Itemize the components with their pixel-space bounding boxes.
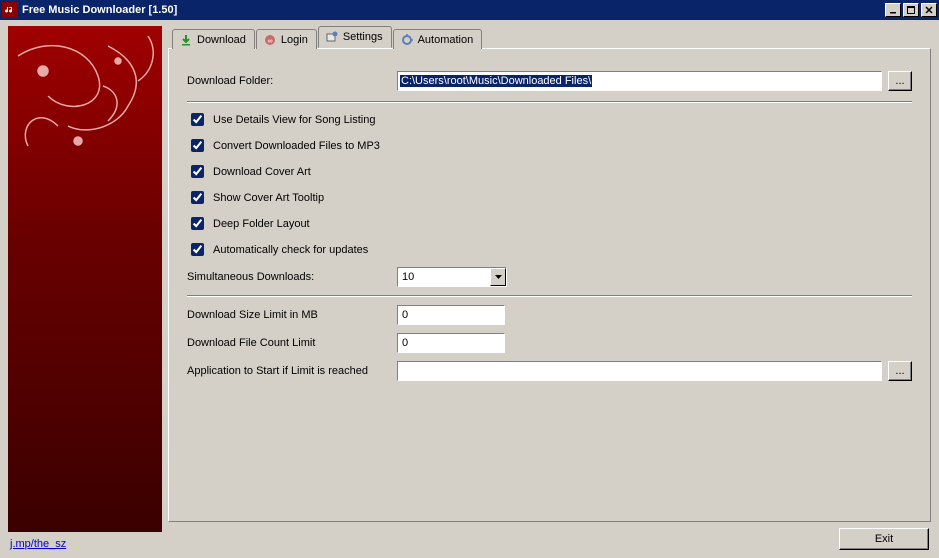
check-label: Show Cover Art Tooltip [213,192,324,204]
settings-icon [325,30,339,44]
check-cover-tooltip[interactable]: Show Cover Art Tooltip [187,188,912,207]
download-icon [179,33,193,47]
titlebar: Free Music Downloader [1.50] [0,0,939,20]
check-convert-mp3-box[interactable] [191,139,204,152]
tab-label: Login [281,34,308,46]
check-label: Automatically check for updates [213,244,368,256]
check-cover-art-box[interactable] [191,165,204,178]
download-folder-input[interactable]: C:\Users\root\Music\Downloaded Files\ [397,71,882,91]
tab-settings[interactable]: Settings [318,26,392,48]
check-cover-tooltip-box[interactable] [191,191,204,204]
minimize-button[interactable] [885,3,901,17]
login-icon: ∞ [263,33,277,47]
check-deep-folder[interactable]: Deep Folder Layout [187,214,912,233]
simul-downloads-value: 10 [402,271,490,283]
check-label: Convert Downloaded Files to MP3 [213,140,380,152]
check-label: Deep Folder Layout [213,218,310,230]
sidebar: j.mp/the_sz [2,20,162,556]
tab-label: Automation [418,34,474,46]
size-limit-value: 0 [402,309,408,321]
tabstrip: Download ∞ Login Settings Automation [172,26,931,48]
count-limit-input[interactable]: 0 [397,333,505,353]
download-folder-label: Download Folder: [187,71,397,91]
divider [187,101,912,103]
browse-folder-button[interactable]: ... [888,71,912,91]
tab-download[interactable]: Download [172,29,255,49]
app-icon [2,2,18,18]
settings-panel: Download Folder: C:\Users\root\Music\Dow… [168,48,931,522]
app-start-input[interactable] [397,361,882,381]
automation-icon [400,33,414,47]
close-button[interactable] [921,3,937,17]
divider [187,295,912,297]
check-label: Download Cover Art [213,166,311,178]
size-limit-input[interactable]: 0 [397,305,505,325]
check-auto-update[interactable]: Automatically check for updates [187,240,912,259]
footer-link[interactable]: j.mp/the_sz [10,538,162,550]
tab-label: Settings [343,31,383,43]
tab-login[interactable]: ∞ Login [256,29,317,49]
sidebar-art [8,26,162,532]
count-limit-label: Download File Count Limit [187,337,397,349]
tab-automation[interactable]: Automation [393,29,483,49]
check-details-view-box[interactable] [191,113,204,126]
check-details-view[interactable]: Use Details View for Song Listing [187,110,912,129]
app-start-label: Application to Start if Limit is reached [187,365,397,377]
app-start-browse-button[interactable]: ... [888,361,912,381]
check-label: Use Details View for Song Listing [213,114,375,126]
count-limit-value: 0 [402,337,408,349]
chevron-down-icon [490,268,506,286]
download-folder-value: C:\Users\root\Music\Downloaded Files\ [400,75,592,87]
maximize-button[interactable] [903,3,919,17]
window-title: Free Music Downloader [1.50] [22,4,883,16]
exit-button[interactable]: Exit [839,528,929,550]
check-auto-update-box[interactable] [191,243,204,256]
svg-text:∞: ∞ [267,38,272,45]
tab-label: Download [197,34,246,46]
check-cover-art[interactable]: Download Cover Art [187,162,912,181]
simul-downloads-label: Simultaneous Downloads: [187,271,397,283]
check-convert-mp3[interactable]: Convert Downloaded Files to MP3 [187,136,912,155]
check-deep-folder-box[interactable] [191,217,204,230]
size-limit-label: Download Size Limit in MB [187,309,397,321]
simul-downloads-select[interactable]: 10 [397,267,507,287]
